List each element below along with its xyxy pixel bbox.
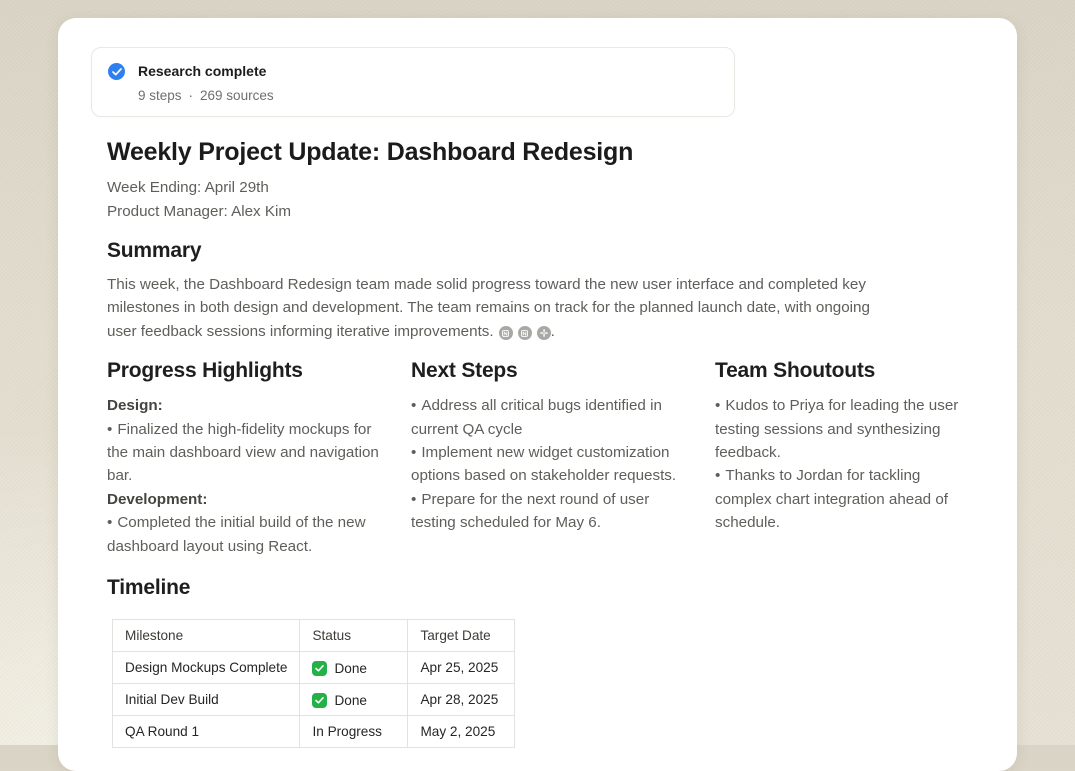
- list-item-text: Kudos to Priya for leading the user test…: [715, 397, 958, 461]
- timeline-heading: Timeline: [107, 574, 977, 602]
- design-label: Design:: [107, 394, 385, 417]
- bullet-marker: •: [107, 514, 112, 531]
- summary-heading: Summary: [107, 237, 977, 265]
- sources-count: 269 sources: [200, 88, 274, 103]
- table-row: Initial Dev Build Done Apr 28, 2025: [113, 684, 515, 716]
- status-label: Done: [334, 661, 367, 676]
- research-complete-banner[interactable]: Research complete 9 steps · 269 sources: [91, 47, 735, 117]
- list-item: •Finalized the high-fidelity mockups for…: [107, 418, 385, 488]
- steps-count: 9 steps: [138, 88, 182, 103]
- research-banner-title: Research complete: [138, 62, 274, 80]
- list-item-text: Thanks to Jordan for tackling complex ch…: [715, 467, 948, 531]
- column-header-milestone: Milestone: [113, 620, 300, 652]
- date-cell: May 2, 2025: [408, 716, 515, 748]
- list-item: •Address all critical bugs identified in…: [411, 394, 689, 441]
- list-item-text: Completed the initial build of the new d…: [107, 514, 366, 554]
- bullet-marker: •: [411, 397, 416, 414]
- bullet-marker: •: [715, 397, 720, 414]
- summary-suffix: .: [551, 323, 555, 340]
- bullet-marker: •: [715, 467, 720, 484]
- research-complete-check-icon: [108, 63, 125, 80]
- milestone-cell: Initial Dev Build: [113, 684, 300, 716]
- progress-highlights-heading: Progress Highlights: [107, 357, 385, 385]
- section-team-shoutouts: Team Shoutouts •Kudos to Priya for leadi…: [715, 357, 977, 558]
- research-banner-text: Research complete 9 steps · 269 sources: [138, 62, 274, 103]
- team-shoutouts-heading: Team Shoutouts: [715, 357, 977, 385]
- date-cell: Apr 28, 2025: [408, 684, 515, 716]
- list-item: •Thanks to Jordan for tackling complex c…: [715, 464, 977, 534]
- table-row: Design Mockups Complete Done Apr 25, 202…: [113, 652, 515, 684]
- done-check-icon: [312, 693, 327, 708]
- list-item: •Implement new widget customization opti…: [411, 441, 689, 488]
- next-steps-heading: Next Steps: [411, 357, 689, 385]
- status-cell: Done: [300, 684, 408, 716]
- list-item-text: Finalized the high-fidelity mockups for …: [107, 421, 379, 485]
- list-item-text: Address all critical bugs identified in …: [411, 397, 662, 437]
- table-header-row: Milestone Status Target Date: [113, 620, 515, 652]
- summary-paragraph: This week, the Dashboard Redesign team m…: [107, 273, 889, 343]
- status-cell: In Progress: [300, 716, 408, 748]
- list-item: •Prepare for the next round of user test…: [411, 488, 689, 535]
- document-content: Weekly Project Update: Dashboard Redesig…: [58, 137, 1017, 748]
- three-column-section: Progress Highlights Design: •Finalized t…: [107, 357, 977, 558]
- progress-highlights-body: Design: •Finalized the high-fidelity moc…: [107, 394, 385, 558]
- citation-notion-icon[interactable]: [518, 326, 532, 340]
- timeline-table: Milestone Status Target Date Design Mock…: [112, 619, 515, 748]
- document-card: Research complete 9 steps · 269 sources We…: [58, 18, 1017, 771]
- column-header-target-date: Target Date: [408, 620, 515, 652]
- column-header-status: Status: [300, 620, 408, 652]
- citation-slack-icon[interactable]: [537, 326, 551, 340]
- date-cell: Apr 25, 2025: [408, 652, 515, 684]
- milestone-cell: QA Round 1: [113, 716, 300, 748]
- development-label: Development:: [107, 488, 385, 511]
- list-item: •Kudos to Priya for leading the user tes…: [715, 394, 977, 464]
- research-banner-meta: 9 steps · 269 sources: [138, 88, 274, 103]
- list-item-text: Implement new widget customization optio…: [411, 444, 676, 484]
- status-cell: Done: [300, 652, 408, 684]
- section-next-steps: Next Steps •Address all critical bugs id…: [411, 357, 689, 558]
- team-shoutouts-body: •Kudos to Priya for leading the user tes…: [715, 394, 977, 534]
- done-check-icon: [312, 661, 327, 676]
- list-item-text: Prepare for the next round of user testi…: [411, 491, 649, 531]
- dot-separator: ·: [189, 88, 194, 103]
- page-title: Weekly Project Update: Dashboard Redesig…: [107, 137, 977, 168]
- table-row: QA Round 1 In Progress May 2, 2025: [113, 716, 515, 748]
- summary-text: This week, the Dashboard Redesign team m…: [107, 276, 870, 340]
- status-label: Done: [334, 693, 367, 708]
- next-steps-body: •Address all critical bugs identified in…: [411, 394, 689, 534]
- meta-product-manager: Product Manager: Alex Kim: [107, 200, 977, 224]
- meta-week-ending: Week Ending: April 29th: [107, 176, 977, 200]
- section-progress-highlights: Progress Highlights Design: •Finalized t…: [107, 357, 385, 558]
- bullet-marker: •: [411, 491, 416, 508]
- list-item: •Completed the initial build of the new …: [107, 511, 385, 558]
- bullet-marker: •: [107, 421, 112, 438]
- milestone-cell: Design Mockups Complete: [113, 652, 300, 684]
- bullet-marker: •: [411, 444, 416, 461]
- citation-notion-icon[interactable]: [499, 326, 513, 340]
- document-meta: Week Ending: April 29th Product Manager:…: [107, 176, 977, 223]
